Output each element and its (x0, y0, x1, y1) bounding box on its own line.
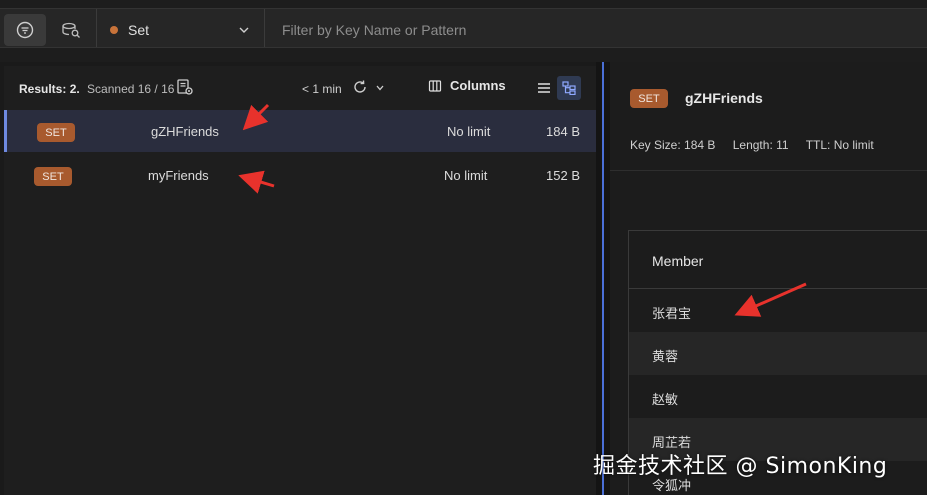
toolbar-separator (264, 9, 265, 47)
columns-label: Columns (450, 78, 506, 93)
key-type-badge: SET (34, 167, 72, 186)
key-ttl: No limit (444, 168, 488, 183)
key-details-panel: SET gZHFriends Key Size: 184 B Length: 1… (610, 62, 927, 495)
key-size: 152 B (546, 168, 580, 183)
key-size: 184 B (546, 124, 580, 139)
detail-length: Length: 11 (732, 138, 789, 152)
toolbar-separator (96, 9, 97, 47)
results-count: 2. (69, 82, 80, 96)
type-color-dot (110, 26, 118, 34)
detail-type-badge: SET (630, 89, 668, 108)
filter-icon (16, 21, 34, 39)
member-row[interactable]: 赵敏 (629, 375, 927, 418)
member-row[interactable]: 黄蓉 (629, 332, 927, 375)
view-mode-group (4, 14, 94, 46)
scan-more-icon[interactable] (176, 78, 194, 96)
refresh-icon[interactable] (352, 79, 368, 95)
key-type-badge: SET (37, 123, 75, 142)
key-type-label: Set (128, 22, 150, 38)
key-row[interactable]: SET gZHFriends No limit 184 B (4, 110, 596, 152)
member-column-header[interactable]: Member (629, 231, 927, 289)
top-toolbar: Set (0, 0, 927, 62)
list-icon (538, 83, 550, 93)
chevron-down-icon[interactable] (375, 83, 385, 93)
detail-meta: Key Size: 184 B Length: 11 TTL: No limit (630, 138, 888, 152)
tree-icon (562, 81, 576, 95)
key-name: gZHFriends (151, 124, 219, 139)
detail-key-name[interactable]: gZHFriends (685, 90, 763, 106)
key-row[interactable]: SET myFriends No limit 152 B (4, 154, 596, 196)
key-ttl: No limit (447, 124, 491, 139)
chevron-down-icon (239, 27, 249, 33)
key-type-select[interactable]: Set (100, 14, 262, 46)
columns-button[interactable]: Columns (428, 78, 506, 93)
scanned-count: Scanned 16 / 16 (87, 82, 175, 96)
key-name: myFriends (148, 168, 209, 183)
key-list-panel: Results: 2. Scanned 16 / 16 < 1 min Colu… (4, 66, 596, 495)
panel-resize-handle[interactable] (596, 62, 610, 495)
divider-line (602, 62, 604, 495)
detail-key-size: Key Size: 184 B (630, 138, 716, 152)
database-search-icon (62, 22, 80, 38)
key-filter-input[interactable] (270, 14, 920, 46)
divider (610, 170, 927, 171)
results-label: Results: (19, 82, 67, 96)
filter-mode-button[interactable] (4, 14, 46, 46)
last-refresh-time: < 1 min (302, 82, 342, 96)
detail-ttl[interactable]: TTL: No limit (806, 138, 874, 152)
watermark: 掘金技术社区 @ SimonKing (593, 454, 888, 479)
search-mode-button[interactable] (50, 14, 92, 46)
list-view-button[interactable] (534, 78, 554, 98)
results-bar: Results: 2. Scanned 16 / 16 < 1 min Colu… (4, 66, 596, 110)
tree-view-button[interactable] (557, 76, 581, 100)
columns-icon (428, 79, 442, 92)
member-row[interactable]: 张君宝 (629, 289, 927, 332)
results-summary: Results: 2. Scanned 16 / 16 (19, 82, 174, 96)
